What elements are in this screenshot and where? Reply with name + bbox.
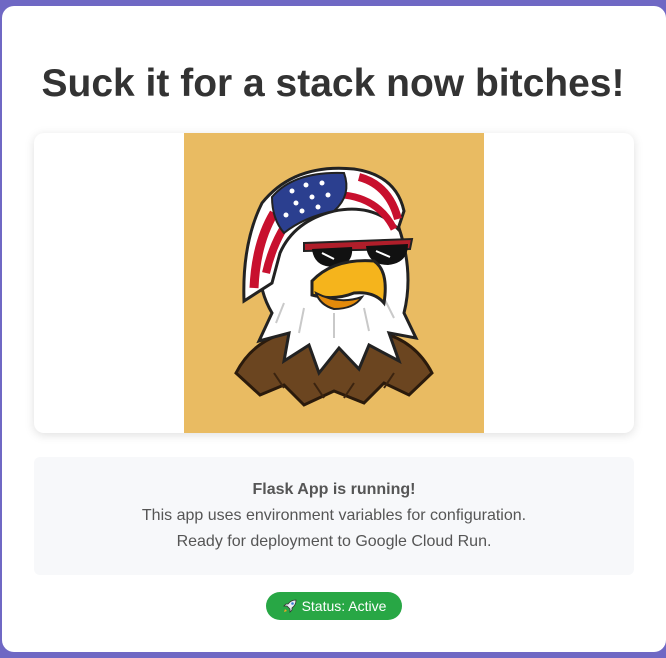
info-panel: Flask App is running! This app uses envi…	[34, 457, 634, 575]
page-title: Suck it for a stack now bitches!	[41, 62, 625, 105]
info-line-config: This app uses environment variables for …	[141, 507, 527, 524]
eagle-image	[184, 133, 484, 433]
status-label: Status: Active	[301, 598, 387, 614]
image-container	[34, 133, 634, 433]
info-line-deploy: Ready for deployment to Google Cloud Run…	[176, 533, 492, 550]
status-badge: Status: Active	[266, 592, 402, 620]
info-heading: Flask App is running!	[252, 481, 416, 498]
rocket-icon	[282, 599, 296, 613]
